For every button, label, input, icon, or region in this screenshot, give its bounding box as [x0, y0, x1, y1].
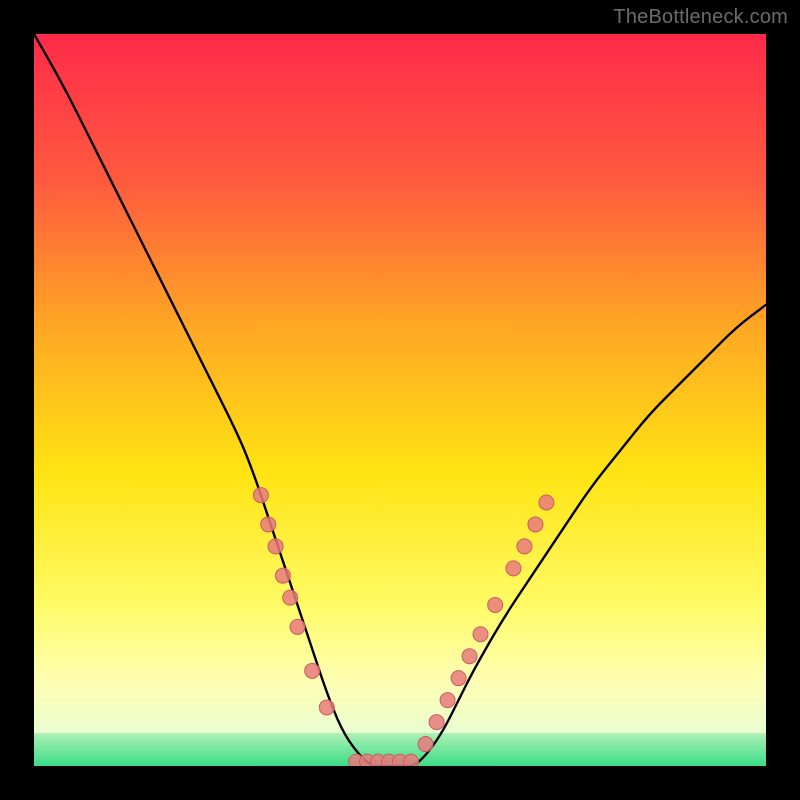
- marker-right: [517, 539, 532, 554]
- marker-left: [305, 663, 320, 678]
- marker-right: [528, 517, 543, 532]
- watermark-text: TheBottleneck.com: [613, 6, 788, 29]
- marker-left: [283, 590, 298, 605]
- gradient-background: [34, 34, 766, 766]
- marker-right: [440, 693, 455, 708]
- marker-left: [319, 700, 334, 715]
- chart-svg: [34, 34, 766, 766]
- marker-left: [290, 619, 305, 634]
- marker-right: [429, 715, 444, 730]
- marker-left: [268, 539, 283, 554]
- marker-floor: [403, 754, 418, 766]
- marker-right: [462, 649, 477, 664]
- marker-right: [539, 495, 554, 510]
- marker-left: [275, 568, 290, 583]
- marker-right: [451, 671, 466, 686]
- plot-area: [34, 34, 766, 766]
- marker-right: [418, 737, 433, 752]
- marker-left: [253, 488, 268, 503]
- marker-right: [506, 561, 521, 576]
- outer-frame: TheBottleneck.com: [0, 0, 800, 800]
- marker-right: [473, 627, 488, 642]
- marker-left: [261, 517, 276, 532]
- marker-right: [488, 597, 503, 612]
